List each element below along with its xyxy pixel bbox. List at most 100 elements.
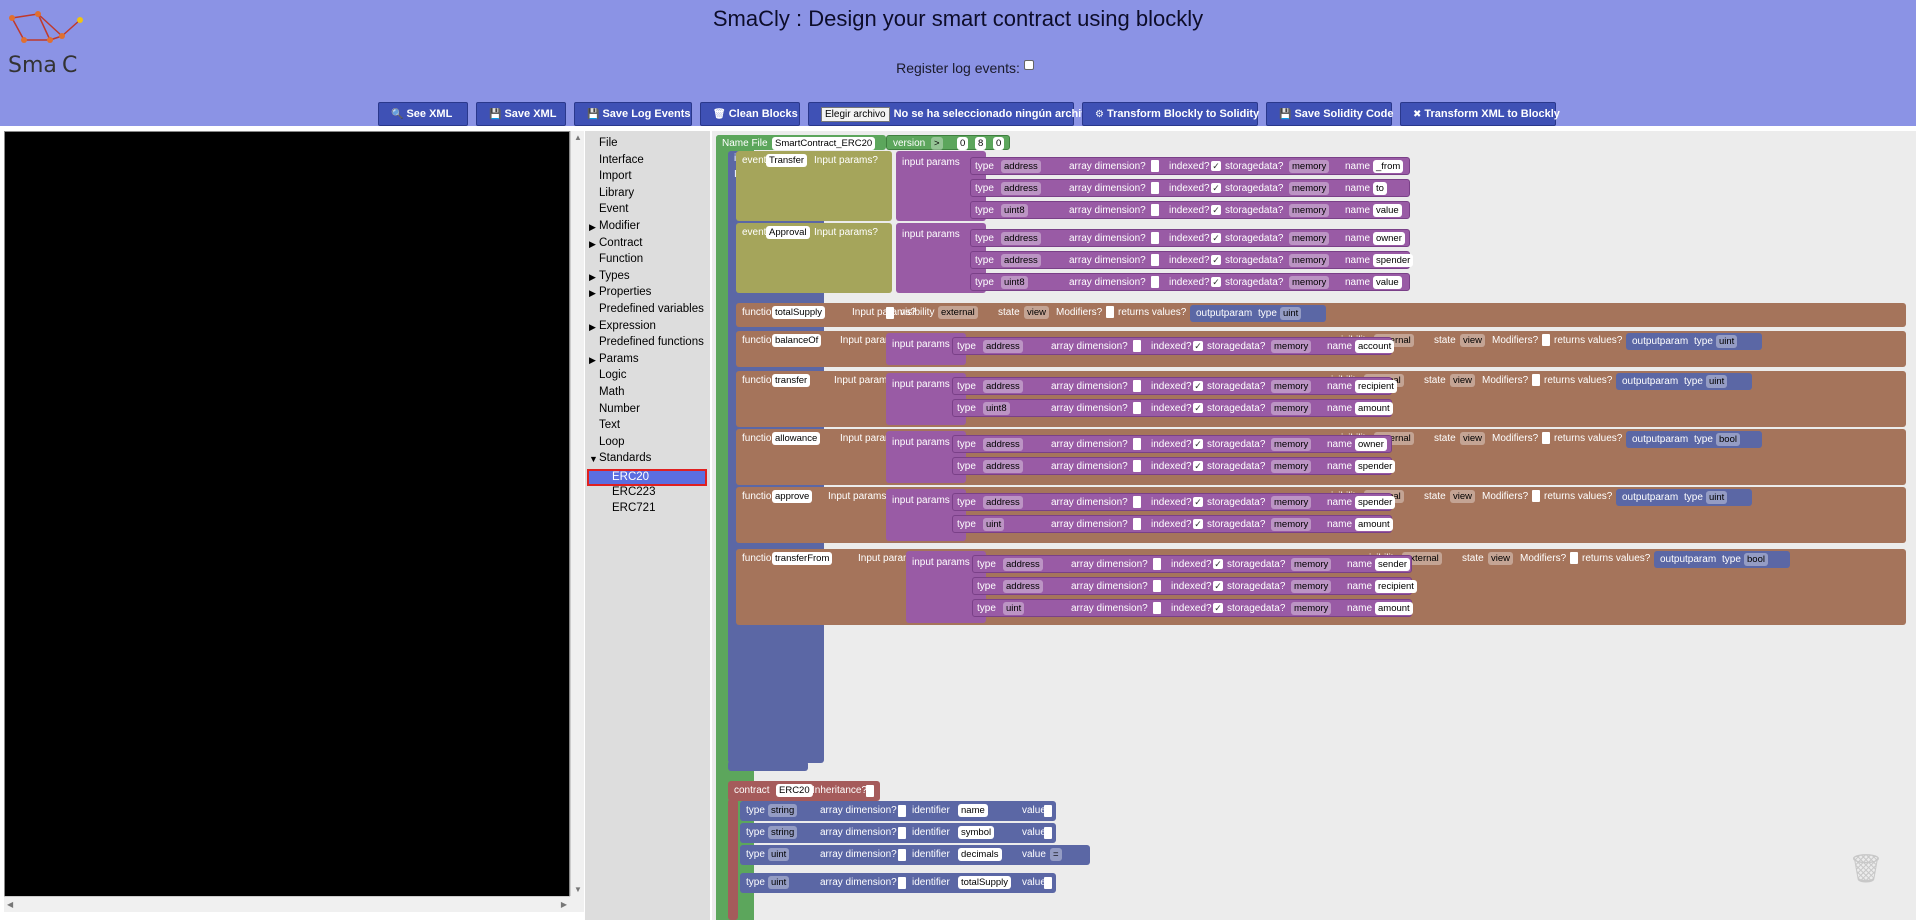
- scroll-down-icon[interactable]: ▼: [574, 885, 582, 894]
- empty-input-slot[interactable]: [1151, 182, 1159, 194]
- toolbox-item-loop[interactable]: Loop: [599, 436, 625, 448]
- empty-input-slot[interactable]: [1133, 460, 1141, 472]
- storagedata-dropdown[interactable]: memory: [1291, 580, 1332, 593]
- contract-block[interactable]: contract ERC20 Inheritance?: [728, 781, 880, 801]
- empty-input-slot[interactable]: [1133, 380, 1141, 392]
- empty-input-slot[interactable]: [898, 849, 906, 861]
- param-type-dropdown[interactable]: address: [983, 460, 1023, 473]
- toolbox-item-erc721[interactable]: ERC721: [612, 502, 655, 514]
- indexed-checkbox[interactable]: ✓: [1211, 277, 1221, 287]
- identifier-field[interactable]: name: [958, 804, 988, 817]
- empty-input-slot[interactable]: [1151, 276, 1159, 288]
- indexed-checkbox[interactable]: ✓: [1211, 183, 1221, 193]
- storagedata-dropdown[interactable]: memory: [1271, 496, 1312, 509]
- event-block-approval[interactable]: event Approval Input params?: [736, 223, 892, 293]
- output-type-dropdown[interactable]: uint: [1706, 375, 1728, 388]
- name-file-field[interactable]: SmartContract_ERC20: [772, 137, 876, 150]
- storagedata-dropdown[interactable]: memory: [1291, 602, 1332, 615]
- param-name-field[interactable]: amount: [1355, 518, 1393, 531]
- output-param-block[interactable]: outputparam type bool: [1626, 431, 1762, 448]
- indexed-checkbox[interactable]: ✓: [1193, 341, 1203, 351]
- storagedata-dropdown[interactable]: memory: [1271, 518, 1312, 531]
- indexed-checkbox[interactable]: ✓: [1211, 205, 1221, 215]
- toolbox-item-import[interactable]: Import: [599, 170, 632, 182]
- output-param-block[interactable]: outputparam type uint: [1616, 489, 1752, 506]
- toolbox-item-contract[interactable]: ▶ Contract: [589, 237, 642, 249]
- param-name-field[interactable]: value: [1373, 204, 1402, 217]
- param-row[interactable]: type address array dimension? indexed? ✓ stor…: [952, 435, 1392, 453]
- interface-end[interactable]: [728, 761, 808, 771]
- output-type-dropdown[interactable]: uint: [1706, 491, 1728, 504]
- state-variable-decimals[interactable]: type uint array dimension? identifier decima…: [740, 845, 1090, 865]
- var-type-dropdown[interactable]: uint: [768, 876, 790, 889]
- param-row[interactable]: type address array dimension? indexed? ✓ stor…: [970, 157, 1410, 175]
- state-variable-name[interactable]: type string array dimension? identifier name…: [740, 801, 1056, 821]
- param-row[interactable]: type uint array dimension? indexed? ✓ storage…: [972, 599, 1413, 617]
- output-type-dropdown[interactable]: bool: [1744, 553, 1768, 566]
- indexed-checkbox[interactable]: ✓: [1193, 439, 1203, 449]
- visibility-dropdown[interactable]: external: [938, 306, 978, 319]
- storagedata-dropdown[interactable]: memory: [1271, 340, 1312, 353]
- storagedata-dropdown[interactable]: memory: [1289, 160, 1330, 173]
- toolbox-item-text[interactable]: Text: [599, 419, 620, 431]
- param-row[interactable]: type address array dimension? indexed? ✓ stor…: [970, 251, 1414, 269]
- param-row[interactable]: type address array dimension? indexed? ✓ stor…: [972, 555, 1412, 573]
- empty-input-slot[interactable]: [1570, 552, 1578, 564]
- toolbox-item-modifier[interactable]: ▶ Modifier: [589, 220, 640, 232]
- indexed-checkbox[interactable]: ✓: [1211, 161, 1221, 171]
- empty-input-slot[interactable]: [1151, 254, 1159, 266]
- indexed-checkbox[interactable]: ✓: [1213, 559, 1223, 569]
- toolbox-item-interface[interactable]: Interface: [599, 154, 644, 166]
- indexed-checkbox[interactable]: ✓: [1213, 581, 1223, 591]
- empty-input-slot[interactable]: [1542, 334, 1550, 346]
- empty-input-slot[interactable]: [1044, 877, 1052, 889]
- empty-input-slot[interactable]: [1151, 204, 1159, 216]
- state-dropdown[interactable]: view: [1450, 490, 1476, 503]
- state-variable-symbol[interactable]: type string array dimension? identifier symb…: [740, 823, 1056, 843]
- scroll-left-icon[interactable]: ◀: [7, 900, 13, 909]
- param-row[interactable]: type uint8 array dimension? indexed? ✓ storag…: [970, 201, 1410, 219]
- indexed-checkbox[interactable]: ✓: [1193, 497, 1203, 507]
- param-name-field[interactable]: sender: [1375, 558, 1411, 571]
- indexed-checkbox[interactable]: ✓: [1193, 403, 1203, 413]
- indexed-checkbox[interactable]: ✓: [1193, 381, 1203, 391]
- empty-input-slot[interactable]: [1151, 232, 1159, 244]
- param-type-dropdown[interactable]: uint: [1003, 602, 1025, 615]
- function-name-field[interactable]: approve: [772, 490, 813, 503]
- param-row[interactable]: type address array dimension? indexed? ✓ stor…: [970, 229, 1410, 247]
- param-name-field[interactable]: recipient: [1375, 580, 1417, 593]
- param-name-field[interactable]: owner: [1355, 438, 1387, 451]
- scroll-right-icon[interactable]: ▶: [561, 900, 567, 909]
- param-type-dropdown[interactable]: address: [1001, 160, 1041, 173]
- toolbox-item-erc20[interactable]: ERC20: [587, 469, 707, 486]
- toolbox-item-properties[interactable]: ▶ Properties: [589, 286, 651, 298]
- state-dropdown[interactable]: view: [1024, 306, 1050, 319]
- param-row[interactable]: type address array dimension? indexed? ✓ stor…: [970, 179, 1410, 197]
- indexed-checkbox[interactable]: ✓: [1211, 233, 1221, 243]
- param-name-field[interactable]: recipient: [1355, 380, 1397, 393]
- param-row[interactable]: type address array dimension? indexed? ✓ stor…: [952, 493, 1396, 511]
- scroll-up-icon[interactable]: ▲: [574, 133, 582, 142]
- function-name-field[interactable]: allowance: [772, 432, 821, 445]
- toolbox-item-event[interactable]: Event: [599, 203, 628, 215]
- see-xml-button[interactable]: 🔍 See XML: [378, 102, 468, 126]
- function-name-field[interactable]: transfer: [772, 374, 811, 387]
- storagedata-dropdown[interactable]: memory: [1271, 380, 1312, 393]
- empty-input-slot[interactable]: [886, 307, 894, 319]
- param-type-dropdown[interactable]: address: [983, 438, 1023, 451]
- storagedata-dropdown[interactable]: memory: [1271, 460, 1312, 473]
- param-type-dropdown[interactable]: address: [1001, 182, 1041, 195]
- param-name-field[interactable]: account: [1355, 340, 1395, 353]
- version-operator[interactable]: >: [931, 137, 943, 150]
- param-type-dropdown[interactable]: address: [983, 380, 1023, 393]
- event-name-field[interactable]: Transfer: [766, 154, 808, 167]
- horizontal-scrollbar[interactable]: ◀ ▶: [4, 896, 570, 912]
- param-type-dropdown[interactable]: address: [1003, 558, 1043, 571]
- toolbox-item-library[interactable]: Library: [599, 187, 634, 199]
- param-name-field[interactable]: spender: [1355, 496, 1396, 509]
- transform-xml-to-blockly-button[interactable]: ✖ Transform XML to Blockly: [1400, 102, 1560, 126]
- empty-input-slot[interactable]: [1151, 160, 1159, 172]
- empty-input-slot[interactable]: [898, 877, 906, 889]
- param-type-dropdown[interactable]: address: [1001, 254, 1041, 267]
- param-type-dropdown[interactable]: address: [983, 496, 1023, 509]
